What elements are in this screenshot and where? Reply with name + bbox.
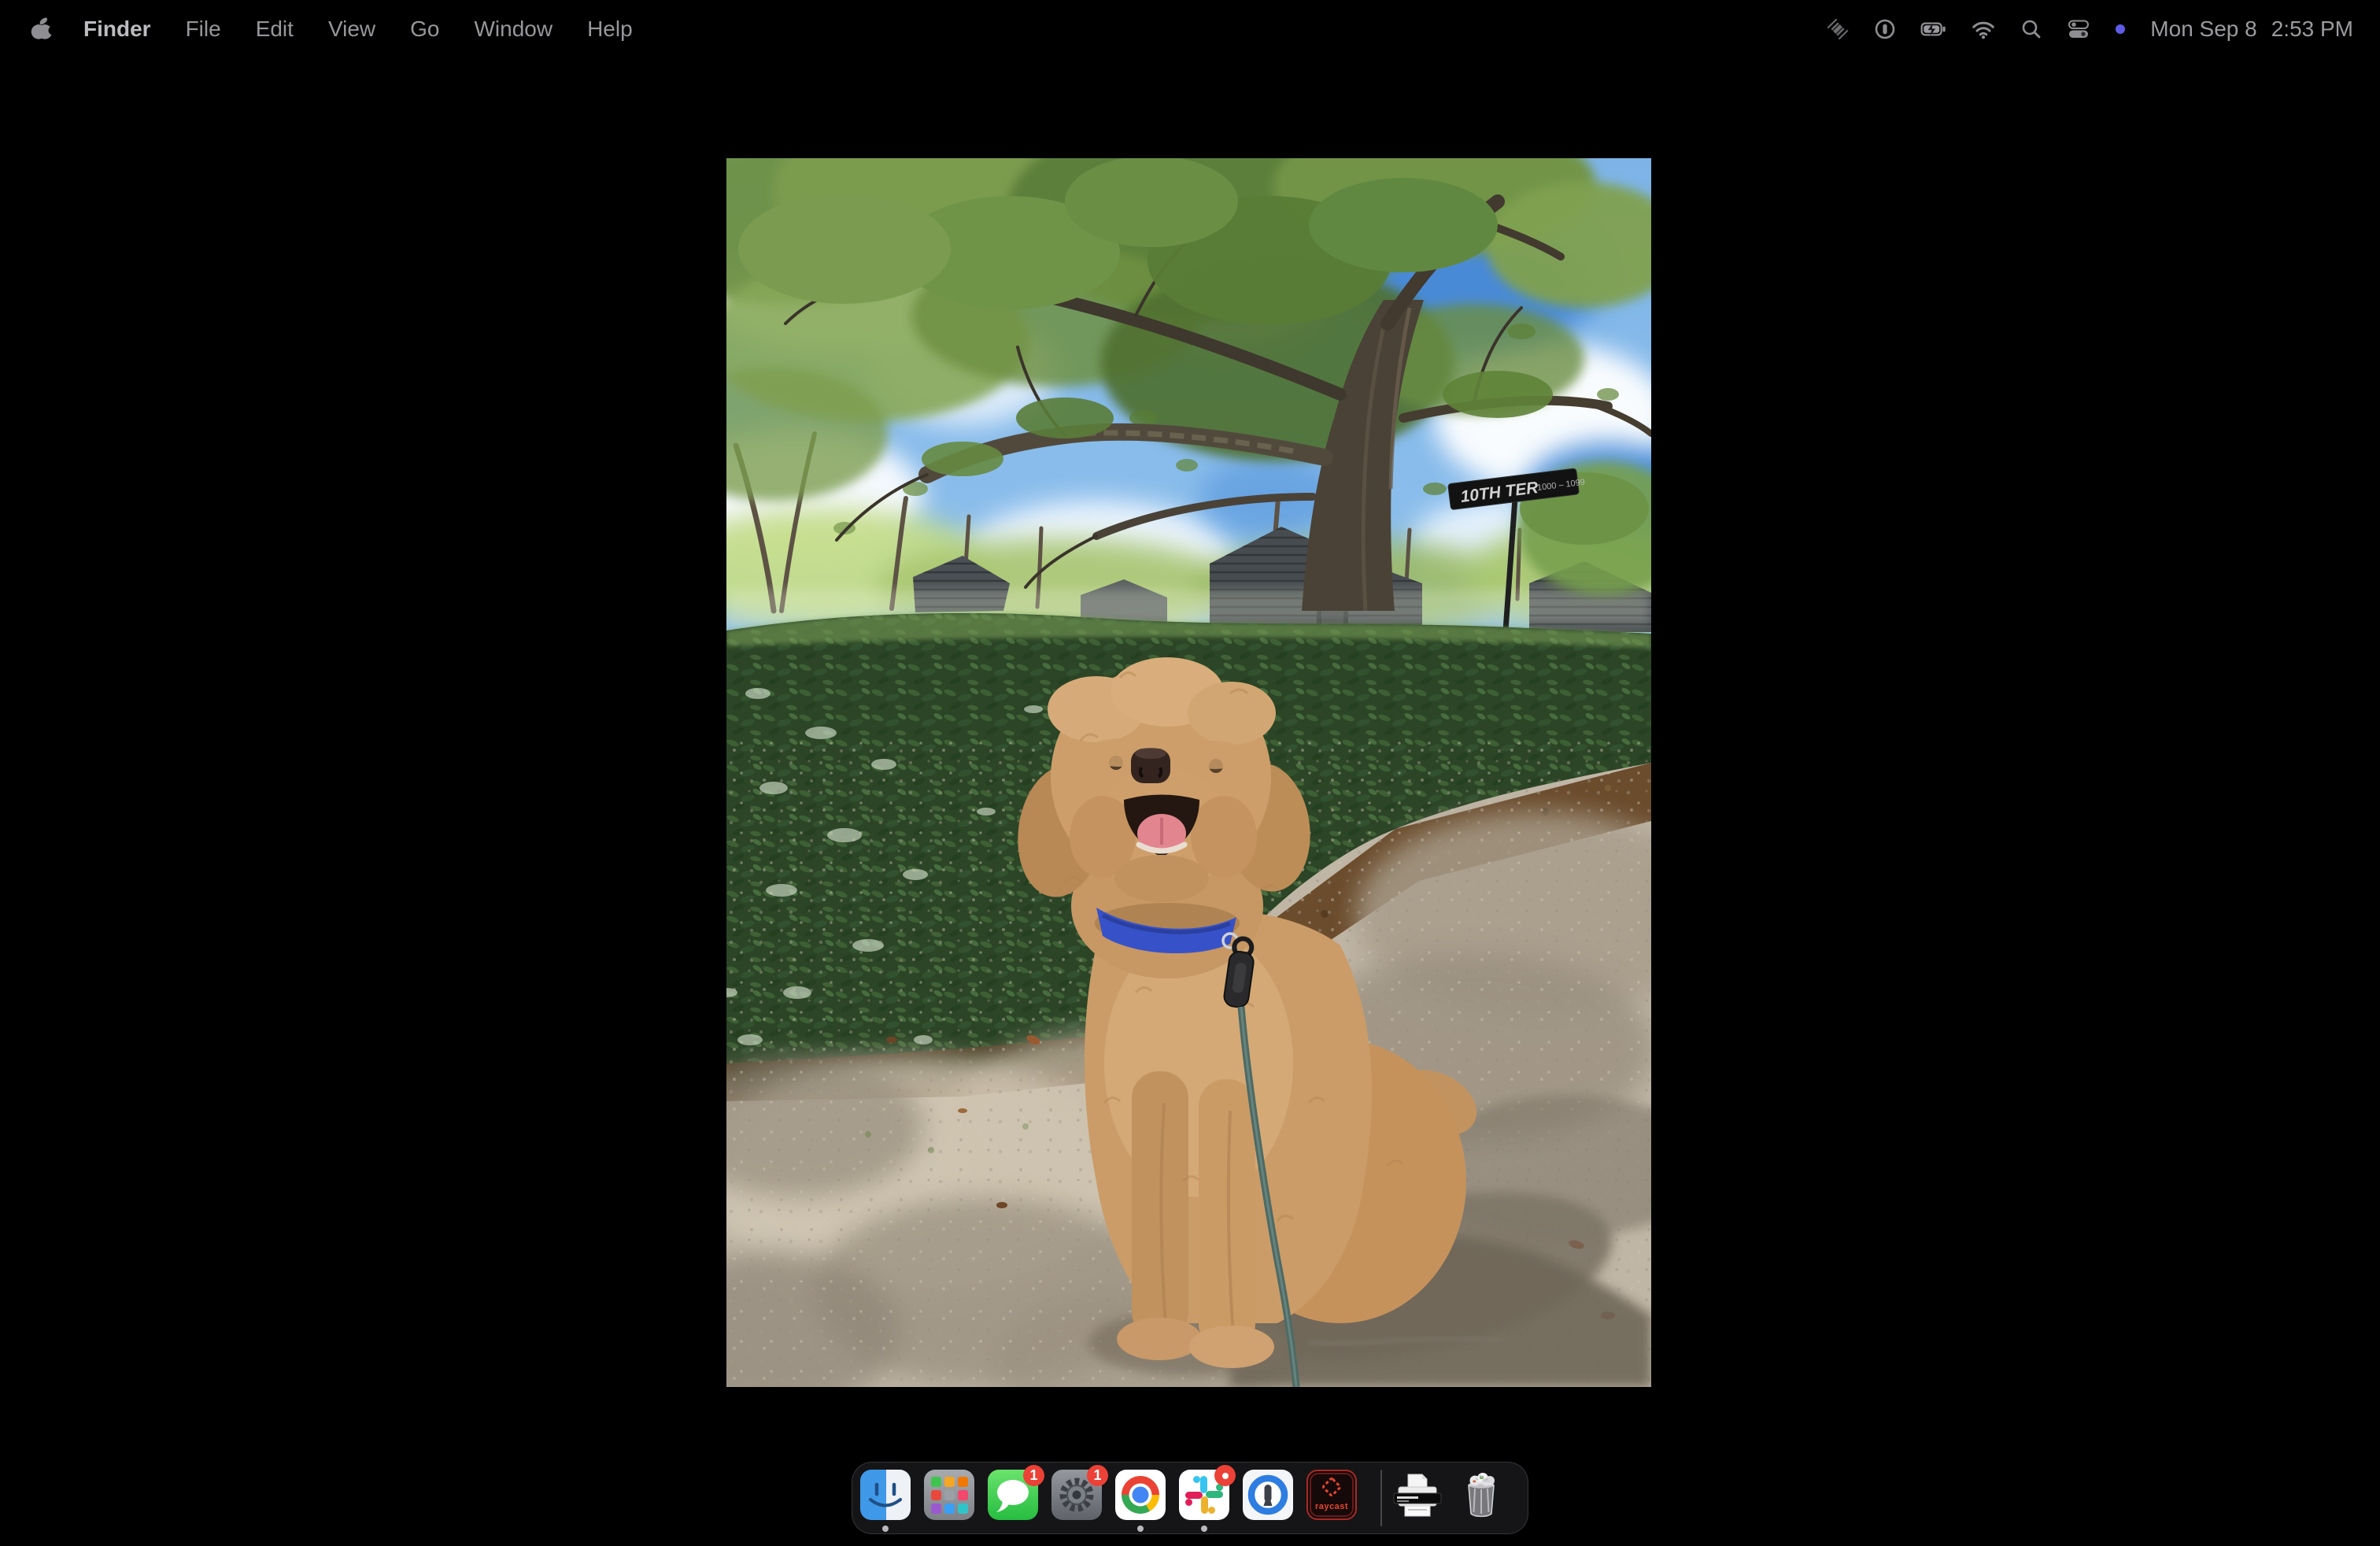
printer-icon xyxy=(1392,1470,1443,1520)
dock-1password[interactable] xyxy=(1243,1470,1293,1520)
menu-bar-clock[interactable]: Mon Sep 8 2:53 PM xyxy=(2150,17,2353,42)
chrome-running-indicator xyxy=(1137,1526,1144,1532)
slack-badge xyxy=(1214,1465,1236,1486)
battery-charging-icon[interactable] xyxy=(1920,16,1947,43)
dock-trash-full[interactable] xyxy=(1456,1470,1506,1520)
dock-finder[interactable] xyxy=(860,1470,911,1520)
dock-launchpad[interactable] xyxy=(924,1470,974,1520)
control-center-icon[interactable] xyxy=(2067,17,2090,41)
chrome-icon xyxy=(1115,1470,1166,1520)
slack-running-indicator xyxy=(1201,1526,1207,1532)
dock: 1 1 xyxy=(852,1462,1528,1534)
menu-item-finder[interactable]: Finder xyxy=(66,17,168,42)
screen-capture-menu-icon[interactable] xyxy=(1826,17,1850,41)
1password-icon xyxy=(1243,1470,1293,1520)
apple-menu[interactable] xyxy=(28,16,55,43)
apple-logo-icon xyxy=(28,16,55,43)
menu-item-file[interactable]: File xyxy=(168,17,238,42)
dock-printer[interactable] xyxy=(1392,1470,1443,1520)
wifi-icon[interactable] xyxy=(1971,17,1996,42)
menu-item-edit[interactable]: Edit xyxy=(238,17,311,42)
clock-date: Mon Sep 8 xyxy=(2150,17,2256,42)
menu-item-window[interactable]: Window xyxy=(456,17,570,42)
menu-item-help[interactable]: Help xyxy=(570,17,650,42)
settings-badge: 1 xyxy=(1087,1465,1108,1486)
dock-system-settings[interactable]: 1 xyxy=(1051,1470,1102,1520)
menu-bar-status: Mon Sep 8 2:53 PM xyxy=(1826,16,2380,43)
1password-menu-icon[interactable] xyxy=(1873,17,1897,41)
raycast-label: raycast xyxy=(1315,1502,1348,1511)
menu-item-go[interactable]: Go xyxy=(393,17,456,42)
launchpad-icon xyxy=(924,1470,974,1520)
clock-time: 2:53 PM xyxy=(2271,17,2353,42)
dock-messages[interactable]: 1 xyxy=(988,1470,1038,1520)
finder-running-indicator xyxy=(882,1526,889,1532)
dock-separator xyxy=(1380,1470,1382,1526)
trash-full-icon xyxy=(1456,1470,1506,1520)
menu-item-view[interactable]: View xyxy=(311,17,393,42)
dock-slack[interactable] xyxy=(1179,1470,1229,1520)
focus-status-dot[interactable] xyxy=(2114,23,2127,35)
spotlight-search-icon[interactable] xyxy=(2020,17,2043,41)
messages-badge: 1 xyxy=(1023,1465,1044,1486)
menu-bar-left: Finder File Edit View Go Window Help xyxy=(0,16,650,43)
finder-icon xyxy=(860,1470,911,1520)
dock-raycast[interactable]: raycast xyxy=(1306,1470,1357,1520)
dock-chrome[interactable] xyxy=(1115,1470,1166,1520)
raycast-icon: raycast xyxy=(1306,1470,1357,1520)
photo-preview-dog-on-path: 10TH TER 1000 – 1099 xyxy=(726,158,1651,1387)
menu-bar: Finder File Edit View Go Window Help xyxy=(0,0,2380,58)
desktop: Finder File Edit View Go Window Help xyxy=(0,0,2380,1546)
